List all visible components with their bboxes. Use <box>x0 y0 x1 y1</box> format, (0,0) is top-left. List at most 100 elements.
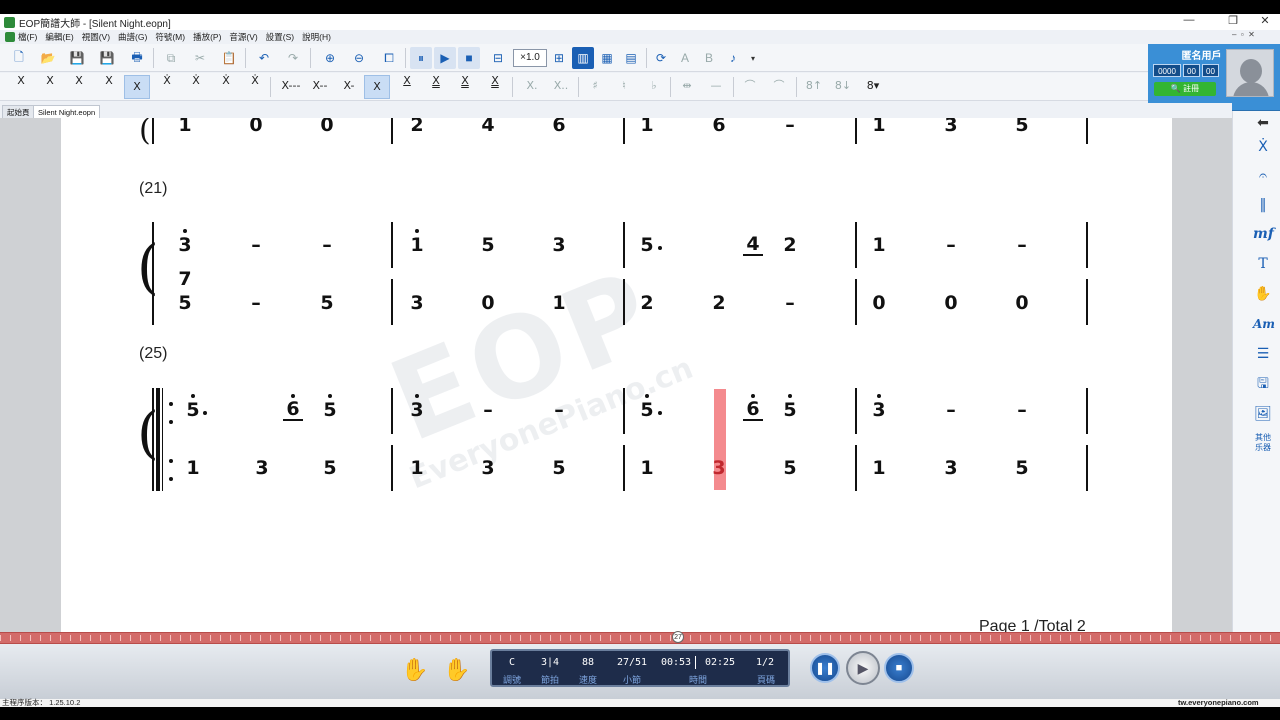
note-x-icon[interactable]: Ẋ <box>1253 137 1273 157</box>
mark-b-icon[interactable]: B <box>698 47 720 69</box>
note-octave-3down-button[interactable]: Ẋ <box>213 75 239 99</box>
cut-icon[interactable]: ✂ <box>189 47 211 69</box>
close-button[interactable]: ✕ <box>1252 14 1278 27</box>
avatar[interactable] <box>1226 49 1274 97</box>
pause-button[interactable]: ❚❚ <box>810 653 840 683</box>
octave-up-button[interactable]: 8↑ <box>801 75 827 99</box>
speed-up-icon[interactable]: ⊞ <box>548 47 570 69</box>
play-button[interactable]: ▶ <box>846 651 880 685</box>
loop-icon[interactable]: ⟳ <box>650 47 672 69</box>
note: 0 <box>1015 292 1029 314</box>
duration-dotted-half-button[interactable]: X-- <box>306 75 334 99</box>
zoom-in-icon[interactable]: ⊕ <box>319 47 341 69</box>
left-hand-icon[interactable]: ✋ <box>401 656 429 684</box>
note-octave-1up-button[interactable]: X <box>96 75 122 99</box>
mdi-controls[interactable]: – ▫ ✕ <box>1232 30 1255 39</box>
note: 2 <box>783 234 797 256</box>
stop-button[interactable]: ■ <box>884 653 914 683</box>
arrow-left-icon[interactable]: ⬅ <box>1253 113 1273 133</box>
metronome-dropdown-icon[interactable]: ▾ <box>742 47 764 69</box>
stop-icon[interactable]: ■ <box>458 47 480 69</box>
speed-field[interactable]: ×1.0 <box>513 49 547 67</box>
natural-button[interactable]: ♮ <box>611 75 637 99</box>
octave-down-button[interactable]: 8↓ <box>830 75 856 99</box>
note-octave-4down-button[interactable]: Ẋ <box>242 75 268 99</box>
duration-whole-button[interactable]: X--- <box>277 75 305 99</box>
speed-down-icon[interactable]: ⊟ <box>487 47 509 69</box>
mark-a-icon[interactable]: A <box>674 47 696 69</box>
note-quarter-oct-up-button[interactable]: X <box>8 75 34 99</box>
copy-icon[interactable]: ⧉ <box>160 47 182 69</box>
menu-score[interactable]: 曲譜(G) <box>118 31 147 43</box>
image-icon[interactable]: 🖼 <box>1253 404 1273 424</box>
note-octave-3up-button[interactable]: X <box>66 75 92 99</box>
zoom-out-icon[interactable]: ⊖ <box>348 47 370 69</box>
new-file-icon[interactable]: 🗋 <box>8 47 30 69</box>
save-icon[interactable]: 💾 <box>66 47 88 69</box>
note-natural-button[interactable]: X <box>124 75 150 99</box>
note-octave-2down-button[interactable]: Ẋ <box>183 75 209 99</box>
double-dot-button[interactable]: X.. <box>548 75 574 99</box>
score-page[interactable]: EOP EveryonePiano.cn ( 1 0 0 2 4 6 1 6 –… <box>61 118 1172 632</box>
menu-help[interactable]: 說明(H) <box>302 31 331 43</box>
menu-sound[interactable]: 音源(V) <box>229 31 257 43</box>
keyboard-view-icon[interactable]: ▥ <box>572 47 594 69</box>
beam-join-button[interactable]: — <box>703 75 729 99</box>
flat-button[interactable]: ♭ <box>641 75 667 99</box>
menu-edit[interactable]: 編輯(E) <box>45 31 73 43</box>
right-hand-icon[interactable]: ✋ <box>443 656 471 684</box>
fermata-icon[interactable]: 𝄐 <box>1253 166 1273 186</box>
timeline-bar[interactable]: 27 <box>0 631 1280 644</box>
octave-menu-button[interactable]: 8▾ <box>860 75 886 99</box>
register-button[interactable]: 🔍 註冊 <box>1154 82 1216 96</box>
duration-32nd-button[interactable]: X <box>452 75 478 99</box>
pause-icon[interactable]: ⏸ <box>410 47 432 69</box>
menu-file[interactable]: 檔(F) <box>18 31 37 43</box>
tab-silent-night[interactable]: Silent Night.eopn <box>33 105 101 118</box>
redo-icon[interactable]: ↷ <box>282 47 304 69</box>
maximize-button[interactable]: ❐ <box>1220 14 1246 27</box>
text-icon[interactable]: T <box>1253 254 1273 274</box>
save-as-icon[interactable]: 💾 <box>96 47 118 69</box>
menu-settings[interactable]: 設置(S) <box>266 31 294 43</box>
more-instruments-label[interactable]: 其他 乐器 <box>1251 433 1275 453</box>
dot-button[interactable]: X. <box>519 75 545 99</box>
print-icon[interactable]: 🖶 <box>126 47 148 69</box>
list-icon[interactable]: ☰ <box>1253 344 1273 364</box>
paste-icon[interactable]: 📋 <box>218 47 240 69</box>
open-folder-icon[interactable]: 📂 <box>37 47 59 69</box>
minimize-button[interactable]: — <box>1176 14 1202 26</box>
menu-view[interactable]: 視圖(V) <box>82 31 110 43</box>
repeat-bar-icon[interactable]: ‖ <box>1253 195 1273 215</box>
hand-icon[interactable]: ✋ <box>1253 284 1273 304</box>
duration-64th-button[interactable]: X <box>482 75 508 99</box>
note: 1 <box>407 229 427 256</box>
menu-symbol[interactable]: 符號(M) <box>155 31 185 43</box>
slur-button[interactable]: ⌒ <box>766 75 792 99</box>
metronome-icon[interactable]: ♪ <box>722 47 744 69</box>
beam-break-button[interactable]: ⇹ <box>674 75 700 99</box>
save-disk-icon[interactable]: 🖫 <box>1253 374 1273 394</box>
note-octave-2up-button[interactable]: X <box>37 75 63 99</box>
duration-quarter-button[interactable]: X <box>364 75 390 99</box>
tie-button[interactable]: ⌒ <box>737 75 763 99</box>
barline <box>152 118 154 144</box>
piano-roll-icon[interactable]: ▦ <box>596 47 618 69</box>
chord-am-icon[interactable]: Am <box>1253 314 1275 334</box>
key-value: C <box>508 657 516 668</box>
fit-page-icon[interactable]: ⧠ <box>378 47 400 69</box>
note: 6 <box>743 394 763 421</box>
note: 2 <box>712 292 726 314</box>
tab-start-page[interactable]: 起始頁 <box>2 105 35 118</box>
duration-half-button[interactable]: X- <box>335 75 363 99</box>
timeline-marker[interactable]: 27 <box>672 631 684 643</box>
duration-eighth-button[interactable]: X <box>394 75 420 99</box>
duration-sixteenth-button[interactable]: X <box>423 75 449 99</box>
play-icon[interactable]: ▶ <box>434 47 456 69</box>
score-view-icon[interactable]: ▤ <box>620 47 642 69</box>
dynamics-mf-icon[interactable]: mf <box>1253 224 1274 244</box>
undo-icon[interactable]: ↶ <box>253 47 275 69</box>
menu-play[interactable]: 播放(P) <box>193 31 221 43</box>
sharp-button[interactable]: ♯ <box>582 75 608 99</box>
note-octave-1down-button[interactable]: Ẋ <box>154 75 180 99</box>
